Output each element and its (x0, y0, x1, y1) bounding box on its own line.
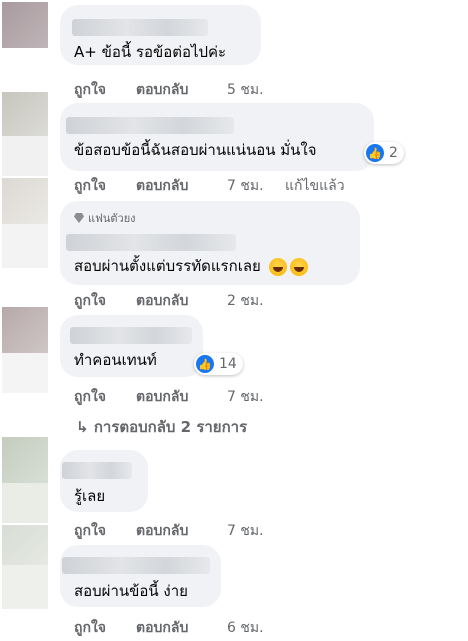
like-button[interactable]: ถูกใจ (74, 617, 106, 639)
avatar-blur (2, 136, 48, 176)
commenter-name-redacted[interactable] (62, 557, 210, 574)
comment-text: สอบผ่านข้อนี้ ง่าย (74, 582, 188, 600)
comment-timestamp[interactable]: 5 ชม. (227, 79, 264, 101)
reply-button[interactable]: ตอบกลับ (136, 617, 188, 639)
reply-arrow-icon: ↳ (76, 418, 89, 436)
comment-text: ข้อสอบข้อนี้ฉันสอบผ่านแน่นอน มั่นใจ (74, 141, 317, 159)
like-button[interactable]: ถูกใจ (74, 386, 106, 408)
commenter-name-redacted[interactable] (70, 327, 192, 344)
laughing-emoji-icon (268, 257, 287, 276)
like-button[interactable]: ถูกใจ (74, 290, 106, 312)
reply-button[interactable]: ตอบกลับ (136, 175, 188, 197)
avatar-blur (2, 353, 48, 393)
reaction-count: 14 (219, 356, 237, 372)
comment-timestamp[interactable]: 7 ชม. (227, 386, 264, 408)
like-button[interactable]: ถูกใจ (74, 175, 106, 197)
view-replies-label: การตอบกลับ 2 รายการ (93, 418, 248, 436)
like-icon: 👍 (196, 355, 214, 373)
view-replies-link[interactable]: ↳ การตอบกลับ 2 รายการ (76, 415, 247, 439)
like-button[interactable]: ถูกใจ (74, 79, 106, 101)
comment-timestamp[interactable]: 7 ชม. (227, 520, 264, 542)
edited-label: แก้ไขแล้ว (285, 178, 345, 194)
avatar[interactable] (2, 92, 48, 136)
diamond-icon (74, 213, 84, 223)
reply-button[interactable]: ตอบกลับ (136, 79, 188, 101)
comment-timestamp[interactable]: 6 ชม. (227, 617, 264, 639)
comment-text: ทำคอนเทนท์ (74, 351, 157, 369)
avatar-blur (2, 224, 48, 268)
comment-text: สอบผ่านตั้งแต่บรรทัดแรกเลย (74, 256, 308, 276)
avatar[interactable] (2, 307, 48, 353)
reaction-summary[interactable]: 👍 14 (194, 353, 243, 375)
commenter-name-redacted[interactable] (66, 117, 234, 134)
reaction-count: 2 (389, 145, 398, 161)
commenter-name-redacted[interactable] (62, 462, 132, 479)
top-fan-label: แฟนตัวยง (88, 212, 136, 225)
comment-timestamp[interactable]: 7 ชม. (227, 175, 264, 197)
avatar-blur (2, 483, 48, 523)
avatar-blur (2, 565, 48, 609)
commenter-name-redacted[interactable] (66, 234, 236, 251)
reply-button[interactable]: ตอบกลับ (136, 386, 188, 408)
top-fan-badge: แฟนตัวยง (74, 209, 136, 227)
avatar[interactable] (2, 437, 48, 483)
comment-text-content: สอบผ่านตั้งแต่บรรทัดแรกเลย (74, 257, 261, 275)
comment-timestamp[interactable]: 2 ชม. (227, 290, 264, 312)
avatar[interactable] (2, 178, 48, 224)
comment-text: A+ ข้อนี้ รอข้อต่อไปค่ะ (74, 43, 227, 61)
avatar[interactable] (2, 525, 48, 565)
avatar[interactable] (2, 2, 48, 48)
comment-text: รู้เลย (74, 487, 106, 505)
like-button[interactable]: ถูกใจ (74, 520, 106, 542)
reaction-summary[interactable]: 👍 2 (364, 142, 404, 164)
like-icon: 👍 (366, 144, 384, 162)
commenter-name-redacted[interactable] (72, 19, 208, 36)
reply-button[interactable]: ตอบกลับ (136, 290, 188, 312)
comment-bubble (60, 103, 374, 171)
laughing-emoji-icon (289, 257, 308, 276)
reply-button[interactable]: ตอบกลับ (136, 520, 188, 542)
